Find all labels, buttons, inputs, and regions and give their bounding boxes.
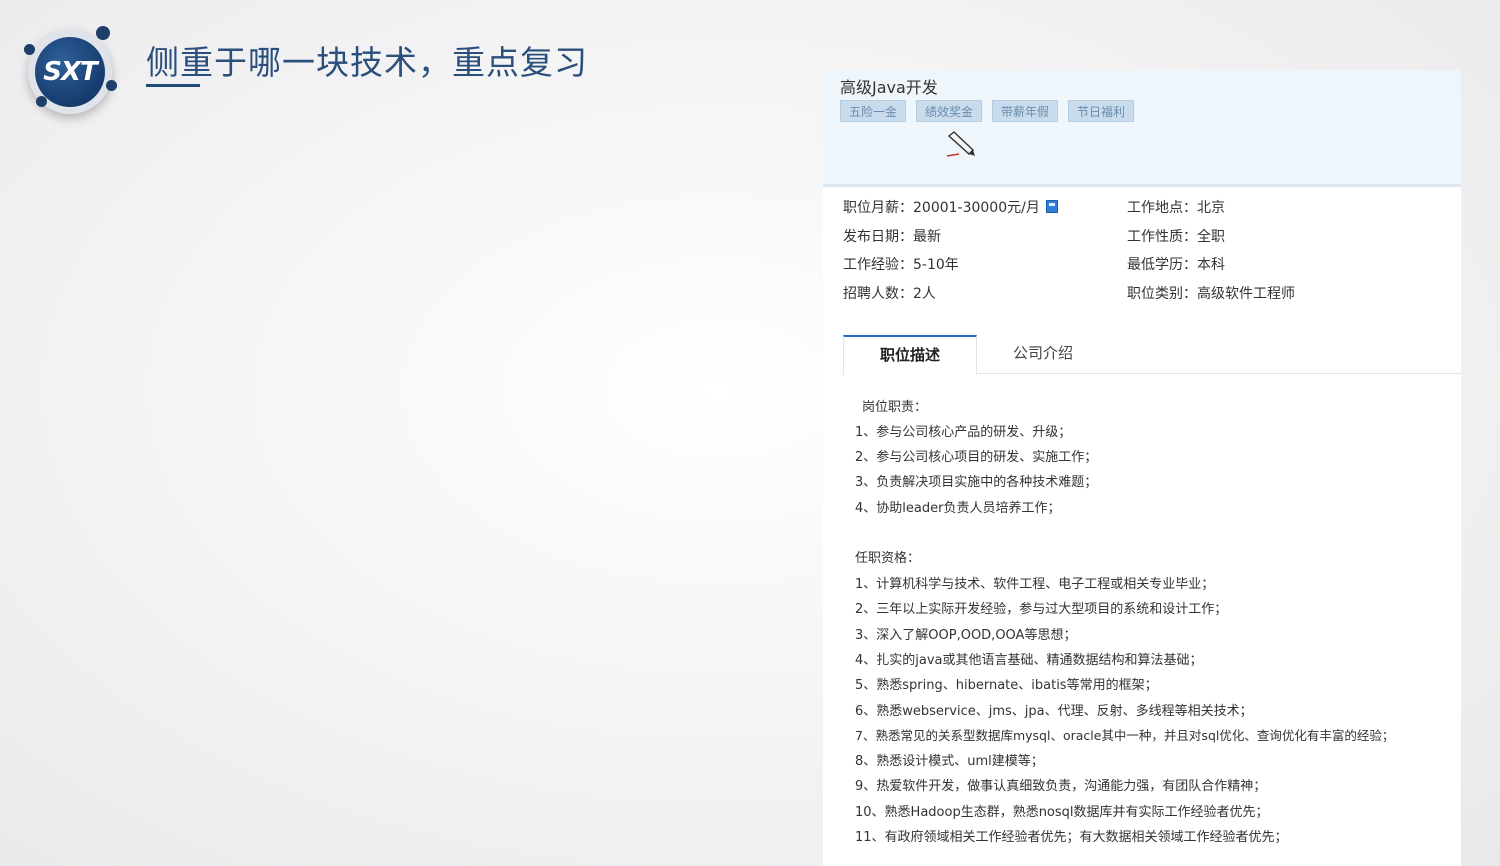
calculator-icon[interactable] [1045,200,1058,213]
list-item: 4、扎实的java或其他语言基础、精通数据结构和算法基础； [855,653,1203,668]
list-item: 6、熟悉webservice、jms、jpa、代理、反射、多线程等相关技术； [855,704,1253,719]
job-type-text: 工作性质：全职 [1127,229,1225,245]
tag-benefit: 带薪年假 [992,100,1059,122]
list-item: 1、参与公司核心产品的研发、升级； [855,425,1072,440]
list-item: 11、有政府领域相关工作经验者优先；有大数据相关领域工作经验者优先； [855,830,1288,845]
list-item: 3、负责解决项目实施中的各种技术难题； [855,475,1098,490]
requirements-heading: 任职资格： [855,551,921,566]
tag-benefit: 五险一金 [840,100,907,122]
slide-title: 侧重于哪一块技术，重点复习 [146,43,588,82]
experience-text: 工作经验：5-10年 [843,257,959,273]
job-header: 高级Java开发 五险一金 绩效奖金 带薪年假 节日福利 [823,70,1461,187]
benefit-tags: 五险一金 绩效奖金 带薪年假 节日福利 [840,100,1135,122]
salary-text: 职位月薪：20001-30000元/月 [843,200,1040,216]
list-item: 2、三年以上实际开发经验，参与过大型项目的系统和设计工作； [855,602,1228,617]
list-item: 9、热爱软件开发，做事认真细致负责，沟通能力强，有团队合作精神； [855,779,1267,794]
job-title: 高级Java开发 [840,78,938,97]
tag-benefit: 节日福利 [1068,100,1135,122]
list-item: 8、熟悉设计模式、uml建模等； [855,754,1044,769]
logo-text: SXT [35,37,105,107]
list-item: 4、协助leader负责人员培养工作； [855,501,1061,516]
date-text: 发布日期：最新 [843,229,941,245]
pen-cursor-icon [946,131,975,157]
list-item: 1、计算机科学与技术、软件工程、电子工程或相关专业毕业； [855,577,1215,592]
list-item: 10、熟悉Hadoop生态群，熟悉nosql数据库并有实际工作经验者优先； [855,805,1269,820]
duties-heading: 岗位职责： [862,400,928,415]
job-tabs: 职位描述 公司介绍 [843,335,1461,375]
list-item: 3、深入了解OOP,OOD,OOA等思想； [855,628,1077,643]
headcount-text: 招聘人数：2人 [843,286,936,302]
tag-benefit: 绩效奖金 [916,100,983,122]
location-text: 工作地点：北京 [1127,200,1225,216]
list-item: 5、熟悉spring、hibernate、ibatis等常用的框架； [855,678,1158,693]
list-item: 7、熟悉常见的关系型数据库mysql、oracle其中一种，并且对sql优化、查… [855,728,1395,743]
job-posting-panel: 高级Java开发 五险一金 绩效奖金 带薪年假 节日福利 职位月薪：20001-… [823,70,1461,866]
title-underline [146,84,200,87]
category-text: 职位类别：高级软件工程师 [1127,286,1295,302]
salary-row: 职位月薪：20001-30000元/月 [843,197,1058,217]
tab-company-intro[interactable]: 公司介绍 [993,335,1093,374]
list-item: 2、参与公司核心项目的研发、实施工作； [855,450,1098,465]
education-text: 最低学历：本科 [1127,257,1225,273]
sxt-logo: SXT [22,22,118,118]
tab-job-description[interactable]: 职位描述 [843,335,977,375]
